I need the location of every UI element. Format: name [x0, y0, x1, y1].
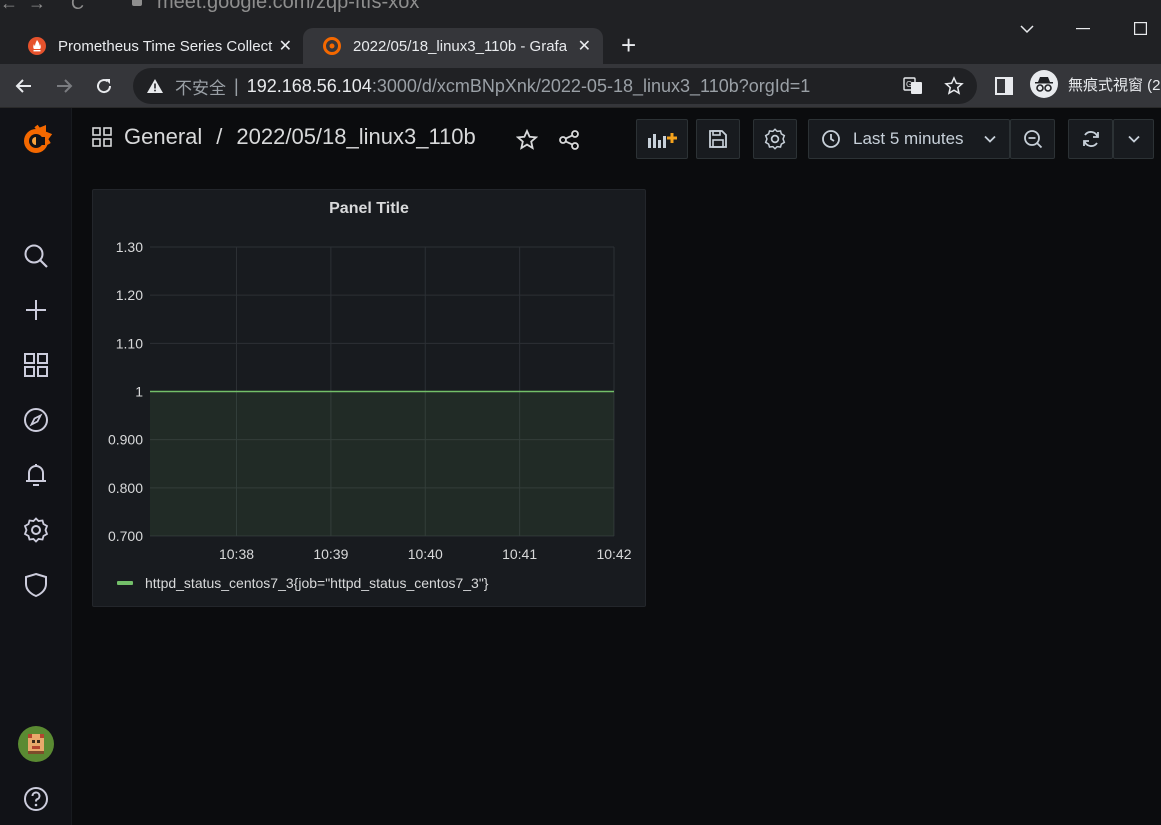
- new-tab-button[interactable]: +: [621, 30, 636, 61]
- tab-close-icon[interactable]: ✕: [578, 36, 591, 56]
- forward-arrow-icon: [57, 79, 73, 93]
- back-arrow-icon: [15, 79, 31, 93]
- breadcrumb: General / 2022/05/18_linux3_110b: [92, 124, 476, 150]
- bookmark-star-icon[interactable]: [944, 76, 964, 96]
- tab-title: Prometheus Time Series Collect: [58, 37, 273, 55]
- x-tick-label: 10:39: [313, 546, 348, 562]
- previous-window-url: meet.google.com/zqp-ftfs-xox: [157, 0, 420, 13]
- prometheus-favicon-icon: [28, 37, 46, 55]
- user-avatar[interactable]: [18, 726, 54, 762]
- y-tick-label: 1.20: [116, 287, 143, 303]
- y-tick-label: 0.700: [108, 528, 143, 544]
- chevron-down-icon: [983, 135, 996, 143]
- add-panel-icon: [648, 133, 677, 148]
- dashboard-title[interactable]: 2022/05/18_linux3_110b: [236, 124, 475, 150]
- grafana-sidemenu: [0, 108, 72, 825]
- shield-icon[interactable]: [18, 567, 54, 603]
- y-tick-label: 1.30: [116, 239, 143, 255]
- graph-panel[interactable]: Panel Title 0.700 0.800 0.900 1 1.10 1.20 1.30…: [92, 189, 646, 607]
- time-range-picker[interactable]: Last 5 minutes: [808, 119, 1010, 159]
- x-tick-label: 10:41: [502, 546, 537, 562]
- address-path: :3000/d/xcmBNpXnk/2022-05-18_linux3_110b…: [371, 75, 811, 96]
- previous-nav-arrows: ← → C: [0, 0, 85, 13]
- y-tick-label: 0.800: [108, 480, 143, 496]
- legend-item[interactable]: httpd_status_centos7_3{job="httpd_status…: [117, 575, 489, 591]
- dashboard-settings-button[interactable]: [753, 119, 797, 159]
- chevron-down-icon: [1127, 135, 1140, 143]
- warning-icon[interactable]: [145, 76, 165, 96]
- zoom-out-button[interactable]: [1010, 119, 1055, 159]
- x-tick-label: 10:40: [408, 546, 443, 562]
- dashboard-grid-icon: [92, 127, 112, 147]
- graph-chart[interactable]: 0.700 0.800 0.900 1 1.10 1.20 1.30 10:38 10:39 10…: [93, 190, 647, 570]
- translate-icon[interactable]: G: [903, 76, 923, 96]
- dashboard-navbar: General / 2022/05/18_linux3_110b Last 5 …: [72, 108, 1161, 172]
- legend-swatch: [117, 581, 133, 585]
- breadcrumb-separator: /: [216, 124, 223, 149]
- y-tick-label: 1: [135, 384, 143, 400]
- minimize-icon[interactable]: [1076, 28, 1090, 30]
- refresh-interval-dropdown[interactable]: [1113, 119, 1154, 159]
- y-tick-label: 0.900: [108, 432, 143, 448]
- back-button[interactable]: [10, 72, 38, 100]
- side-panel-button[interactable]: [990, 72, 1018, 100]
- dashboards-icon[interactable]: [18, 347, 54, 383]
- previous-window-strip: ← → C meet.google.com/zqp-ftfs-xox: [0, 0, 1161, 14]
- plus-icon[interactable]: [18, 292, 54, 328]
- browser-toolbar: 不安全 | 192.168.56.104:3000/d/xcmBNpXnk/20…: [0, 64, 1161, 108]
- save-icon: [709, 130, 727, 148]
- address-bar[interactable]: 不安全 | 192.168.56.104:3000/d/xcmBNpXnk/20…: [133, 68, 977, 104]
- configuration-icon[interactable]: [18, 512, 54, 548]
- tab-title: 2022/05/18_linux3_110b - Grafa: [353, 37, 567, 55]
- reload-button[interactable]: [90, 72, 118, 100]
- legend-label: httpd_status_centos7_3{job="httpd_status…: [145, 575, 489, 591]
- zoom-out-icon: [1023, 130, 1042, 149]
- share-icon[interactable]: [557, 128, 581, 152]
- browser-tab-bar: Prometheus Time Series Collect ✕ 2022/05…: [0, 14, 1161, 64]
- incognito-icon: [1030, 70, 1058, 98]
- breadcrumb-folder-link[interactable]: General: [124, 124, 202, 150]
- y-tick-label: 1.10: [116, 335, 143, 351]
- side-panel-icon: [995, 77, 1013, 95]
- save-dashboard-button[interactable]: [696, 119, 740, 159]
- tab-close-icon[interactable]: ✕: [279, 36, 292, 56]
- maximize-icon[interactable]: [1134, 22, 1147, 35]
- add-panel-button[interactable]: [636, 119, 688, 159]
- security-label[interactable]: 不安全: [175, 74, 226, 99]
- incognito-label: 無痕式視窗 (2: [1068, 76, 1161, 94]
- reload-icon: [97, 79, 112, 94]
- forward-button[interactable]: [50, 72, 78, 100]
- time-range-label: Last 5 minutes: [853, 129, 964, 148]
- clock-icon: [822, 130, 840, 148]
- x-tick-label: 10:42: [596, 546, 631, 562]
- svg-text:G: G: [906, 80, 912, 89]
- incognito-indicator[interactable]: 無痕式視窗 (2: [1030, 70, 1161, 98]
- gear-icon: [764, 128, 786, 150]
- previous-lock-icon: [132, 0, 142, 6]
- refresh-button[interactable]: [1068, 119, 1113, 159]
- address-separator: |: [234, 75, 239, 96]
- address-host: 192.168.56.104: [246, 75, 372, 96]
- grafana-favicon-icon: [323, 37, 341, 55]
- alerting-icon[interactable]: [18, 457, 54, 493]
- grafana-logo-icon[interactable]: [18, 122, 54, 158]
- search-icon[interactable]: [18, 238, 54, 274]
- explore-icon[interactable]: [18, 402, 54, 438]
- series-area: [150, 391, 614, 536]
- help-icon[interactable]: [18, 781, 54, 817]
- favorite-star-icon[interactable]: [515, 128, 539, 152]
- browser-tab-prometheus[interactable]: Prometheus Time Series Collect ✕: [8, 28, 304, 64]
- refresh-icon: [1082, 131, 1099, 147]
- browser-tab-grafana[interactable]: 2022/05/18_linux3_110b - Grafa ✕: [303, 28, 603, 64]
- tab-search-chevron-icon[interactable]: [1020, 24, 1034, 34]
- x-tick-label: 10:38: [219, 546, 254, 562]
